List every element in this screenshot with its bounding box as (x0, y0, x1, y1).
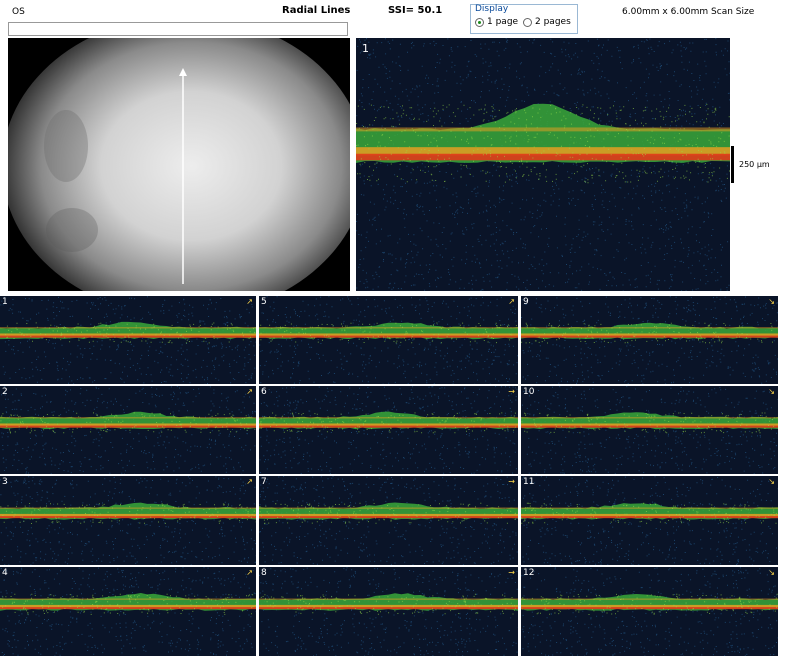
fundus-image[interactable] (8, 38, 350, 291)
orientation-arrow-icon: ↗ (246, 387, 253, 396)
bscan-thumbnail[interactable]: 6 → (259, 386, 518, 474)
orientation-arrow-icon: ↗ (246, 568, 253, 577)
display-1-page-radio[interactable]: 1 page (475, 17, 518, 27)
scan-size-label: 6.00mm x 6.00mm Scan Size (622, 7, 755, 17)
thumbnail-number: 9 (523, 297, 529, 307)
scale-bar (731, 146, 734, 183)
thumbnail-number: 3 (2, 477, 8, 487)
orientation-arrow-icon: ↗ (246, 477, 253, 486)
orientation-arrow-icon: ↘ (768, 387, 775, 396)
orientation-arrow-icon: → (508, 568, 515, 577)
orientation-arrow-icon: → (508, 477, 515, 486)
orientation-arrow-icon: ↘ (768, 568, 775, 577)
thumbnail-number: 7 (261, 477, 267, 487)
scale-bar-label: 250 µm (739, 160, 770, 169)
thumbnail-number: 6 (261, 387, 267, 397)
thumbnail-number: 1 (2, 297, 8, 307)
eye-label: OS (12, 7, 25, 17)
thumbnail-number: 4 (2, 568, 8, 578)
main-bscan-image[interactable]: 1 (356, 38, 730, 291)
bscan-thumbnail[interactable]: 12 ↘ (521, 567, 778, 656)
thumbnail-number: 8 (261, 568, 267, 578)
orientation-arrow-icon: ↘ (768, 297, 775, 306)
radio-label: 2 pages (535, 17, 571, 27)
radio-selected-icon (475, 17, 484, 27)
orientation-arrow-icon: ↗ (246, 297, 253, 306)
main-scan-number: 1 (362, 42, 369, 55)
bscan-thumbnail[interactable]: 11 ↘ (521, 476, 778, 565)
bscan-thumbnail[interactable]: 1 ↗ (0, 296, 256, 384)
thumbnail-number: 2 (2, 387, 8, 397)
radio-unselected-icon (523, 17, 532, 27)
bscan-thumbnail[interactable]: 9 ↘ (521, 296, 778, 384)
bscan-thumbnail[interactable]: 7 → (259, 476, 518, 565)
thumbnail-number: 10 (523, 387, 535, 397)
bscan-thumbnail[interactable]: 3 ↗ (0, 476, 256, 565)
display-option-group: Display 1 page 2 pages (470, 4, 578, 34)
ssi-value: SSI= 50.1 (388, 5, 443, 16)
bscan-thumbnail[interactable]: 10 ↘ (521, 386, 778, 474)
bscan-thumbnail[interactable]: 5 ↗ (259, 296, 518, 384)
thumbnail-number: 11 (523, 477, 535, 487)
orientation-arrow-icon: ↗ (508, 297, 515, 306)
radio-label: 1 page (487, 17, 519, 27)
display-legend: Display (475, 4, 509, 14)
orientation-arrow-icon: → (508, 387, 515, 396)
scan-mode-title: Radial Lines (282, 5, 351, 16)
bscan-thumbnail[interactable]: 8 → (259, 567, 518, 656)
display-2-pages-radio[interactable]: 2 pages (523, 17, 571, 27)
bscan-thumbnail[interactable]: 2 ↗ (0, 386, 256, 474)
orientation-arrow-icon: ↘ (768, 477, 775, 486)
thumbnail-number: 5 (261, 297, 267, 307)
notes-field[interactable] (8, 22, 348, 36)
bscan-thumbnail[interactable]: 4 ↗ (0, 567, 256, 656)
thumbnail-number: 12 (523, 568, 535, 578)
